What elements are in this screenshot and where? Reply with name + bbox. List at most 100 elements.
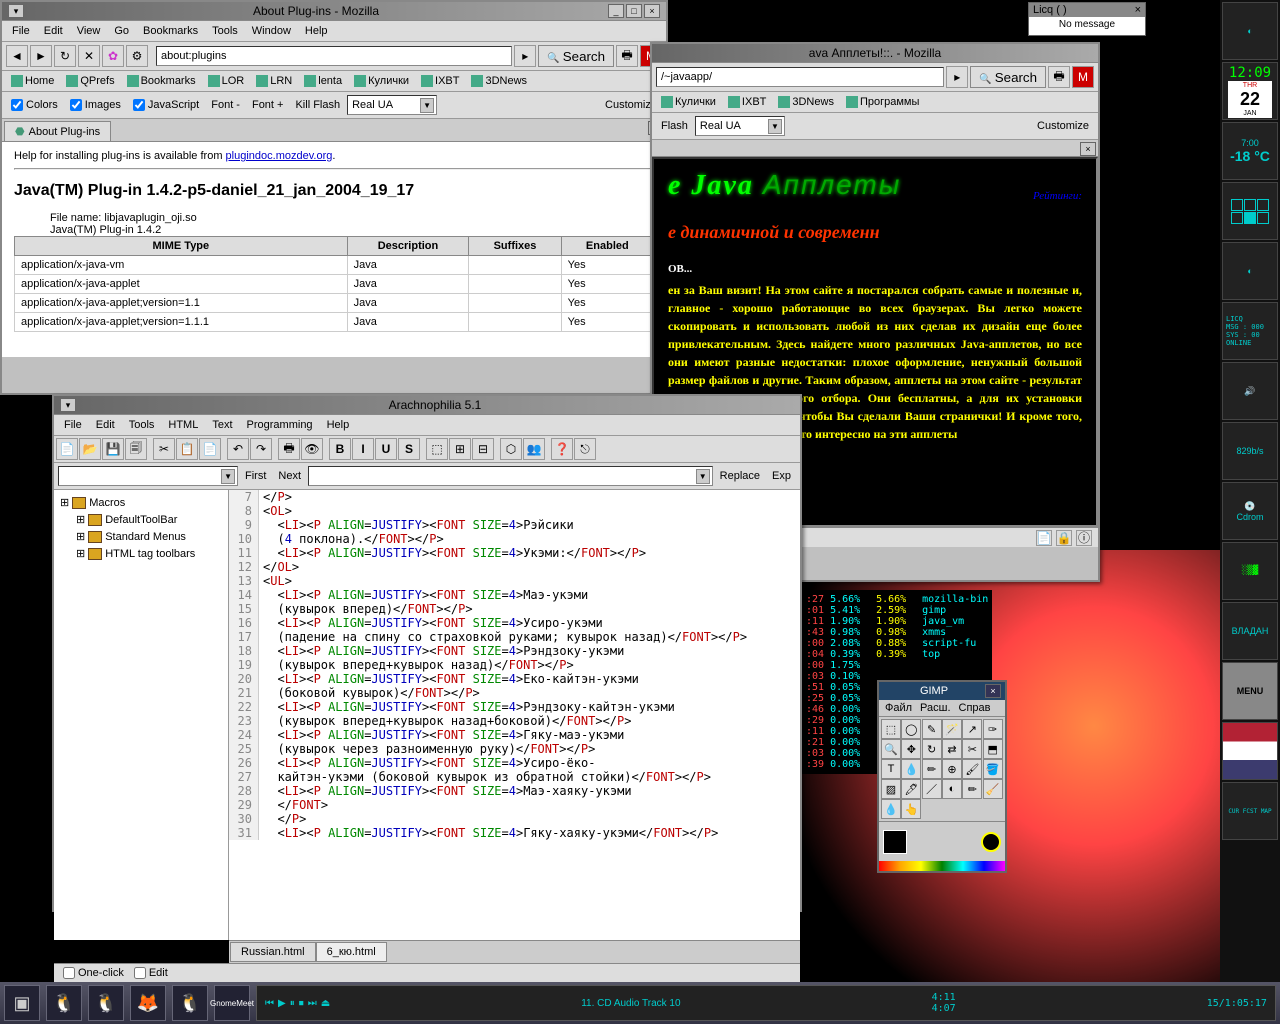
info-icon[interactable]: ⓘ — [1076, 530, 1092, 546]
toolbar-btn-22[interactable]: ⊟ — [472, 438, 494, 460]
plugindoc-link[interactable]: plugindoc.mozdev.org — [226, 150, 333, 162]
customize-button[interactable]: Customize — [1032, 119, 1094, 133]
code-line[interactable]: 26 <LI><P ALIGN=JUSTIFY><FONT SIZE=4>Уси… — [229, 756, 800, 770]
menu-item-3[interactable]: HTML — [162, 417, 204, 433]
gimp-tool-23[interactable]: 🧹 — [983, 779, 1003, 799]
menu-item-6[interactable]: Window — [246, 23, 297, 39]
gimp-tool-2[interactable]: ✎ — [922, 719, 942, 739]
sysmenu-button[interactable]: ▾ — [60, 398, 76, 412]
toolbar-btn-6[interactable]: 📋 — [176, 438, 198, 460]
dock-app-icon[interactable]: ◐ — [1222, 242, 1278, 300]
dock-flag-icon[interactable] — [1222, 722, 1278, 780]
code-line[interactable]: 22 <LI><P ALIGN=JUSTIFY><FONT SIZE=4>Рэн… — [229, 700, 800, 714]
tools-icon[interactable]: ⚙ — [126, 45, 148, 67]
task-terminal-icon[interactable]: ▣ — [4, 985, 40, 1021]
gimp-tool-11[interactable]: ⬒ — [983, 739, 1003, 759]
mozilla-logo-icon[interactable]: M — [1072, 66, 1094, 88]
go-button[interactable]: ▸ — [946, 66, 968, 88]
xmms-eject-button[interactable]: ⏏ — [321, 998, 330, 1009]
code-line[interactable]: 20 <LI><P ALIGN=JUSTIFY><FONT SIZE=4>Еко… — [229, 672, 800, 686]
gimp-tool-19[interactable]: 🖊 — [901, 779, 921, 799]
tree-item-2[interactable]: ⊞Standard Menus — [58, 528, 224, 545]
toolbar-btn-12[interactable]: 🖶 — [278, 438, 300, 460]
gimp-tool-5[interactable]: ✑ — [983, 719, 1003, 739]
print-button[interactable]: 🖶 — [616, 45, 638, 67]
gimp-tool-8[interactable]: ↻ — [922, 739, 942, 759]
close-button[interactable]: × — [1135, 4, 1141, 16]
toolbar-btn-25[interactable]: 👥 — [523, 438, 545, 460]
gimp-tool-7[interactable]: ✥ — [901, 739, 921, 759]
tab-6kyu[interactable]: 6_кю.html — [316, 942, 387, 962]
expand-icon[interactable]: ⊞ — [76, 513, 85, 526]
toolbar-btn-9[interactable]: ↶ — [227, 438, 249, 460]
replace-history-select[interactable] — [308, 466, 713, 486]
font-plus-button[interactable]: Font + — [247, 98, 289, 112]
expand-icon[interactable]: ⊞ — [76, 547, 85, 560]
dock-label[interactable]: ВЛАДАН — [1222, 602, 1278, 660]
find-history-select[interactable] — [58, 466, 238, 486]
code-line[interactable]: 25 (кувырок через разноименную руку)</FO… — [229, 742, 800, 756]
code-line[interactable]: 11 <LI><P ALIGN=JUSTIFY><FONT SIZE=4>Укэ… — [229, 546, 800, 560]
xmms-pause-button[interactable]: ⏸ — [290, 998, 295, 1009]
kill-flash-button[interactable]: Kill Flash — [290, 98, 345, 112]
gimp-tool-4[interactable]: ↗ — [962, 719, 982, 739]
go-button[interactable]: ▸ — [514, 45, 536, 67]
titlebar[interactable]: ▾ About Plug-ins - Mozilla _ □ × — [2, 2, 666, 21]
close-button[interactable]: × — [644, 4, 660, 18]
gimp-menu-item-1[interactable]: Расш. — [920, 702, 950, 714]
code-line[interactable]: 13<UL> — [229, 574, 800, 588]
active-brush-icon[interactable] — [981, 832, 1001, 852]
gradient-preview[interactable] — [879, 861, 1005, 871]
code-line[interactable]: 29 </FONT> — [229, 798, 800, 812]
dock-menu-button[interactable]: MENU — [1222, 662, 1278, 720]
menu-item-1[interactable]: Edit — [90, 417, 121, 433]
gimp-tool-3[interactable]: 🪄 — [942, 719, 962, 739]
dock-matrix[interactable]: ░▒▓ — [1222, 542, 1278, 600]
tree-item-3[interactable]: ⊞HTML tag toolbars — [58, 545, 224, 562]
code-line[interactable]: 16 <LI><P ALIGN=JUSTIFY><FONT SIZE=4>Уси… — [229, 616, 800, 630]
gimp-tool-10[interactable]: ✂ — [962, 739, 982, 759]
bookmark-7[interactable]: IXBT — [416, 74, 464, 88]
bookmark-4[interactable]: LRN — [251, 74, 297, 88]
toolbar-btn-3[interactable]: 🗐 — [125, 438, 147, 460]
xmms-prev-button[interactable]: ⏮ — [265, 998, 274, 1009]
tab-about-plugins[interactable]: ⬣About Plug-ins — [4, 121, 111, 141]
menu-item-2[interactable]: View — [71, 23, 107, 39]
task-gnomemeeting-icon[interactable]: GnomeMeet — [214, 985, 250, 1021]
toolbar-btn-17[interactable]: U — [375, 438, 397, 460]
code-line[interactable]: 8<OL> — [229, 504, 800, 518]
menu-item-7[interactable]: Help — [299, 23, 334, 39]
color-area[interactable] — [879, 821, 1005, 861]
find-next-button[interactable]: Next — [273, 469, 306, 483]
code-editor[interactable]: 7</P>8<OL>9 <LI><P ALIGN=JUSTIFY><FONT S… — [229, 490, 800, 940]
task-app1-icon[interactable]: 🐧 — [46, 985, 82, 1021]
toolbar-btn-18[interactable]: S — [398, 438, 420, 460]
macro-tree[interactable]: ⊞Macros⊞DefaultToolBar⊞Standard Menus⊞HT… — [54, 490, 229, 940]
font-minus-button[interactable]: Font - — [206, 98, 245, 112]
bookmark-8[interactable]: 3DNews — [466, 74, 532, 88]
toolbar-btn-0[interactable]: 📄 — [56, 438, 78, 460]
expand-icon[interactable]: ⊞ — [76, 530, 85, 543]
dock-mixer[interactable]: 🔊 — [1222, 362, 1278, 420]
gimp-menu-item-2[interactable]: Справ — [959, 702, 991, 714]
dock-wmaker-icon[interactable]: ◐ — [1222, 2, 1278, 60]
menu-item-3[interactable]: Go — [108, 23, 135, 39]
back-button[interactable]: ◄ — [6, 45, 28, 67]
toolbar-btn-21[interactable]: ⊞ — [449, 438, 471, 460]
toolbar-btn-24[interactable]: ⬡ — [500, 438, 522, 460]
bookmark-2[interactable]: Bookmarks — [122, 74, 201, 88]
code-line[interactable]: 24 <LI><P ALIGN=JUSTIFY><FONT SIZE=4>Гяк… — [229, 728, 800, 742]
bookmark-3[interactable]: Программы — [841, 95, 924, 109]
dock-sysmon[interactable]: CUR FCST MAP — [1222, 782, 1278, 840]
titlebar[interactable]: ava Апплеты!::. - Mozilla — [652, 44, 1098, 63]
gimp-tool-21[interactable]: ◐ — [942, 779, 962, 799]
menu-item-0[interactable]: File — [58, 417, 88, 433]
bookmark-0[interactable]: Home — [6, 74, 59, 88]
code-line[interactable]: 19 (кувырок вперед+кувырок назад)</FONT>… — [229, 658, 800, 672]
expand-button[interactable]: Exp — [767, 469, 796, 483]
dock-pager[interactable] — [1222, 182, 1278, 240]
print-button[interactable]: 🖶 — [1048, 66, 1070, 88]
xmms-stop-button[interactable]: ⏹ — [299, 998, 304, 1009]
code-line[interactable]: 12</OL> — [229, 560, 800, 574]
gimp-tool-22[interactable]: ✏ — [962, 779, 982, 799]
